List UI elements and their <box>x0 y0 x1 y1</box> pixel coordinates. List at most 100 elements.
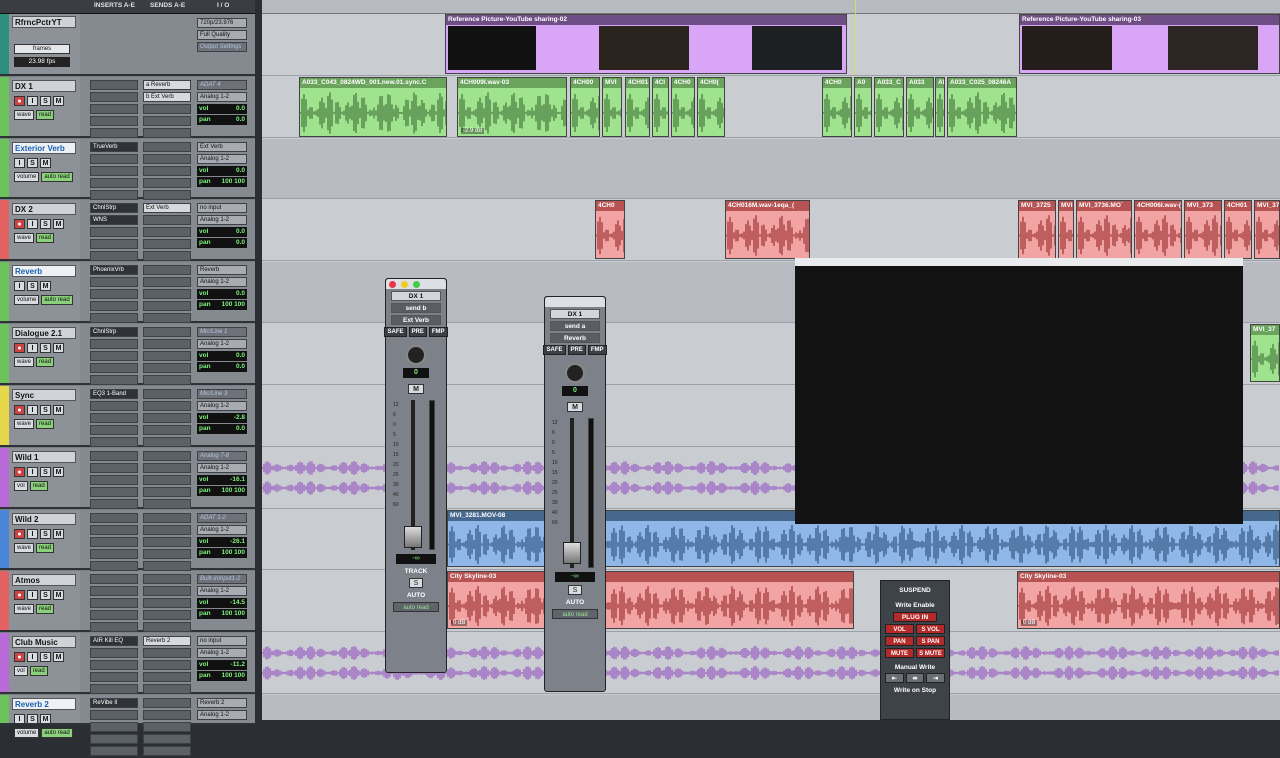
input-button[interactable]: I <box>27 343 38 353</box>
send-slot[interactable] <box>143 327 191 337</box>
insert-slot[interactable] <box>90 227 138 237</box>
insert-slot[interactable]: PhoenixVrb <box>90 265 138 275</box>
input-select[interactable]: no input <box>197 203 247 213</box>
insert-slot[interactable] <box>90 475 138 485</box>
pan-readout[interactable]: pan 0.0 <box>197 238 247 248</box>
input-button[interactable]: I <box>27 96 38 106</box>
send-slot[interactable]: Reverb 2 <box>143 636 191 646</box>
mute-button[interactable]: M <box>53 405 64 415</box>
pan-readout[interactable]: pan 100 100 <box>197 548 247 558</box>
insert-slot[interactable] <box>90 499 138 509</box>
insert-slot[interactable] <box>90 289 138 299</box>
output-select[interactable]: Analog 1-2 <box>197 463 247 473</box>
safe-button[interactable]: SAFE <box>543 345 566 355</box>
insert-slot[interactable] <box>90 92 138 102</box>
input-select[interactable]: Ext Verb <box>197 142 247 152</box>
clip-dx2[interactable]: MVI_37 <box>1254 200 1280 259</box>
clip-dx1[interactable]: A033_C043_0824WD_001.new.01.sync.C <box>299 77 447 137</box>
automation-select[interactable]: auto read <box>41 728 73 738</box>
clip-dx1[interactable]: A033_C <box>874 77 904 137</box>
edit-window-arrange[interactable]: Reference Picture-YouTube sharing-02 Ref… <box>262 0 1280 720</box>
send-slot[interactable] <box>143 277 191 287</box>
automation-mode-select[interactable]: auto read <box>552 609 598 619</box>
output-select[interactable]: Analog 1-2 <box>197 215 247 225</box>
view-select[interactable]: vol <box>14 481 28 491</box>
output-select[interactable]: Analog 1-2 <box>197 401 247 411</box>
insert-slot[interactable] <box>90 339 138 349</box>
insert-slot[interactable] <box>90 463 138 473</box>
send-slot[interactable] <box>143 598 191 608</box>
mute-button[interactable]: M <box>53 343 64 353</box>
send-slot[interactable] <box>143 561 191 571</box>
suspend-button[interactable]: SUSPEND <box>881 587 949 594</box>
ref-res[interactable]: 720p/23.976 <box>197 18 247 28</box>
mute-button[interactable]: M <box>40 158 51 168</box>
output-select[interactable]: Analog 1-2 <box>197 710 247 720</box>
record-button[interactable]: ● <box>14 467 25 477</box>
input-button[interactable]: I <box>14 281 25 291</box>
automation-select[interactable]: read <box>36 604 55 614</box>
clip-dx1[interactable]: 4CH009I.wav-03 -2.9 dB <box>457 77 567 137</box>
vol-button[interactable]: VOL <box>885 624 914 634</box>
minimize-button[interactable] <box>401 281 409 288</box>
volume-readout[interactable]: vol 0.0 <box>197 104 247 114</box>
pan-readout[interactable]: pan 100 100 <box>197 300 247 310</box>
track-9[interactable]: Club Music ● I S M vol read AIR Kill EQ Reve… <box>0 633 255 694</box>
solo-button[interactable]: S <box>40 529 51 539</box>
output-select[interactable]: Analog 1-2 <box>197 277 247 287</box>
automation-select[interactable]: read <box>29 481 48 491</box>
write-range-button[interactable]: ⇹ <box>905 673 925 683</box>
insert-slot[interactable]: EQ3 1-Band <box>90 389 138 399</box>
send-slot[interactable] <box>143 265 191 275</box>
mute-button[interactable]: M <box>53 467 64 477</box>
solo-button[interactable]: S <box>409 578 423 588</box>
clip-dx1[interactable]: 4CH01 <box>625 77 650 137</box>
input-button[interactable]: I <box>27 467 38 477</box>
volume-readout[interactable]: vol -11.2 <box>197 660 247 670</box>
send-slot[interactable] <box>143 734 191 744</box>
ref-clip-1[interactable]: Reference Picture-YouTube sharing-02 <box>445 14 847 74</box>
solo-button[interactable]: S <box>27 158 38 168</box>
clip-dx1[interactable]: 4CH0 <box>822 77 852 137</box>
insert-slot[interactable] <box>90 549 138 559</box>
track-0[interactable]: DX 1 ● I S M wave read a Reverb b Ext Verb AD… <box>0 77 255 138</box>
record-button[interactable]: ● <box>14 529 25 539</box>
send-slot[interactable] <box>143 363 191 373</box>
mute-button[interactable]: M <box>53 590 64 600</box>
insert-slot[interactable] <box>90 672 138 682</box>
volume-readout[interactable]: vol -2.8 <box>197 413 247 423</box>
send-slot[interactable]: a Reverb <box>143 80 191 90</box>
pan-readout[interactable]: pan 100 100 <box>197 486 247 496</box>
insert-slot[interactable] <box>90 413 138 423</box>
view-select[interactable]: wave <box>14 233 35 243</box>
input-select[interactable]: Reverb <box>197 265 247 275</box>
volume-readout[interactable]: vol -14.5 <box>197 598 247 608</box>
clip-dx1[interactable]: A033 <box>906 77 934 137</box>
insert-slot[interactable] <box>90 154 138 164</box>
volume-readout[interactable]: vol -16.1 <box>197 475 247 485</box>
svol-button[interactable]: S VOL <box>916 624 945 634</box>
send-selector[interactable]: send b <box>391 303 441 313</box>
input-button[interactable]: I <box>27 590 38 600</box>
output-select[interactable]: Analog 1-2 <box>197 648 247 658</box>
send-window-b[interactable]: DX 1 send b Ext Verb SAFE PRE FMP 0 M 12 6 0… <box>384 278 448 673</box>
send-slot[interactable] <box>143 537 191 547</box>
clip-dx2[interactable]: MVI_3736.MO´ <box>1076 200 1132 259</box>
output-select[interactable]: Analog 1-2 <box>197 92 247 102</box>
insert-slot[interactable] <box>90 746 138 756</box>
solo-button[interactable]: S <box>27 281 38 291</box>
send-slot[interactable]: b Ext Verb <box>143 92 191 102</box>
timecode-format[interactable]: frames <box>14 44 70 54</box>
insert-slot[interactable]: WNS <box>90 215 138 225</box>
send-slot[interactable] <box>143 722 191 732</box>
plugin-button[interactable]: PLUG IN <box>893 612 937 622</box>
clip-dx2[interactable]: 4CH0 <box>595 200 625 259</box>
solo-button[interactable]: S <box>40 467 51 477</box>
pan-knob[interactable] <box>406 345 426 365</box>
pre-button[interactable]: PRE <box>567 345 586 355</box>
clip-dx1[interactable]: A033_C025_08246A <box>947 77 1017 137</box>
clip-dx1[interactable]: 4CI <box>652 77 669 137</box>
insert-slot[interactable] <box>90 128 138 138</box>
insert-slot[interactable] <box>90 710 138 720</box>
automation-select[interactable]: read <box>36 110 55 120</box>
